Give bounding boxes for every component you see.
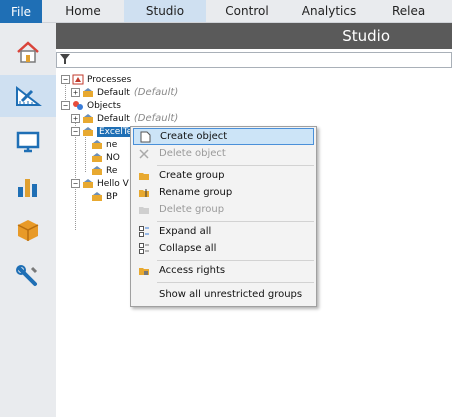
object-icon	[92, 140, 102, 149]
tree-row-hello-child[interactable]: BP	[91, 190, 118, 203]
tree-row-child-3[interactable]: Re	[91, 164, 117, 177]
nav-studio[interactable]	[0, 75, 56, 117]
menu-separator	[157, 221, 314, 222]
rename-icon	[139, 188, 149, 197]
nav-release[interactable]	[0, 209, 56, 251]
menu-collapse-all[interactable]: Collapse all	[133, 240, 314, 257]
nav-analytics[interactable]	[0, 166, 56, 208]
tree-row-hello[interactable]: − Hello V	[71, 177, 129, 190]
menu-delete-object[interactable]: Delete object	[133, 145, 314, 162]
package-icon	[17, 220, 39, 241]
collapse-toggle[interactable]: −	[71, 127, 80, 136]
tree-label-processes: Processes	[87, 74, 132, 85]
tab-release[interactable]: Relea	[370, 0, 452, 22]
menu-delete-group[interactable]: Delete group	[133, 201, 314, 218]
menu-label: Create object	[160, 131, 228, 142]
delete-icon	[139, 148, 149, 159]
tree-label-selected-group: ExcelTe	[97, 126, 135, 137]
nav-system[interactable]	[0, 255, 56, 297]
objects-icon	[73, 101, 83, 110]
menu-separator	[157, 282, 314, 283]
collapse-toggle[interactable]: −	[61, 101, 70, 110]
menu-bar: File Home Studio Control Analytics Relea	[0, 0, 452, 23]
object-icon	[92, 192, 102, 201]
new-document-icon	[140, 131, 150, 142]
process-folder-icon	[72, 74, 84, 85]
filter-bar[interactable]	[56, 52, 452, 68]
nav-control[interactable]	[0, 121, 56, 163]
filter-icon[interactable]	[60, 54, 70, 64]
expand-all-icon	[138, 226, 149, 237]
menu-label: Delete group	[159, 204, 225, 215]
menu-label: Show all unrestricted groups	[159, 289, 303, 300]
tree-label-objects: Objects	[87, 100, 122, 111]
context-menu: Create object Delete object Create group…	[130, 126, 317, 307]
group-folder-icon	[83, 127, 93, 136]
group-folder-icon	[83, 114, 93, 123]
tree-label-child-3: Re	[106, 165, 118, 176]
tree-label-hello-child: BP	[106, 191, 118, 202]
menu-show-unrestricted[interactable]: Show all unrestricted groups	[133, 286, 314, 303]
menu-rename-group[interactable]: Rename group	[133, 184, 314, 201]
menu-label: Create group	[159, 170, 225, 181]
menu-label: Rename group	[159, 187, 233, 198]
tree-row-selected-group[interactable]: − ExcelTe	[71, 125, 135, 138]
home-icon	[17, 41, 39, 63]
tree-label-child-1: ne	[106, 139, 118, 150]
group-folder-icon	[83, 179, 93, 188]
tree-row-objects-default[interactable]: + Default (Default)	[71, 112, 178, 125]
default-note: (Default)	[133, 87, 179, 98]
menu-separator	[157, 165, 314, 166]
title-bar: Studio	[56, 23, 452, 49]
menu-separator	[157, 260, 314, 261]
page-title: Studio	[342, 27, 390, 45]
menu-create-group[interactable]: Create group	[133, 167, 314, 184]
menu-access-rights[interactable]: Access rights	[133, 262, 314, 279]
menu-label: Collapse all	[159, 243, 217, 254]
group-folder-icon	[83, 88, 93, 97]
menu-label: Access rights	[159, 265, 226, 276]
tree-row-child-1[interactable]: ne	[91, 138, 117, 151]
tree-row-processes-default[interactable]: + Default (Default)	[71, 86, 178, 99]
tree-label-hello: Hello V	[97, 178, 129, 189]
file-menu[interactable]: File	[0, 0, 42, 23]
menu-expand-all[interactable]: Expand all	[133, 223, 314, 240]
tab-control[interactable]: Control	[206, 0, 288, 22]
menu-create-object[interactable]: Create object	[133, 128, 314, 145]
left-nav	[0, 23, 56, 417]
nav-home[interactable]	[0, 31, 56, 73]
menu-label: Expand all	[159, 226, 212, 237]
folder-icon	[139, 172, 149, 180]
access-rights-icon	[139, 267, 149, 275]
collapse-toggle[interactable]: −	[61, 75, 70, 84]
menu-tabs: Home Studio Control Analytics Relea	[42, 0, 452, 23]
tab-analytics[interactable]: Analytics	[288, 0, 370, 22]
tree-row-child-2[interactable]: NO	[91, 151, 120, 164]
tools-icon	[16, 265, 38, 286]
expand-toggle[interactable]: +	[71, 114, 80, 123]
tree-label-processes-default: Default	[97, 87, 130, 98]
tab-home[interactable]: Home	[42, 0, 124, 22]
menu-label: Delete object	[159, 148, 226, 159]
tree-row-processes[interactable]: − Processes	[61, 73, 131, 86]
studio-icon	[16, 85, 42, 106]
collapse-toggle[interactable]: −	[71, 179, 80, 188]
object-icon	[92, 166, 102, 175]
analytics-icon	[18, 179, 37, 197]
expand-toggle[interactable]: +	[71, 88, 80, 97]
tab-studio[interactable]: Studio	[124, 0, 206, 22]
monitor-icon	[16, 131, 40, 153]
default-note: (Default)	[133, 113, 179, 124]
collapse-all-icon	[138, 243, 149, 254]
tree-label-child-2: NO	[106, 152, 120, 163]
object-icon	[92, 153, 102, 162]
tree-label-objects-default: Default	[97, 113, 130, 124]
tree-row-objects[interactable]: − Objects	[61, 99, 121, 112]
delete-group-icon	[139, 206, 149, 214]
